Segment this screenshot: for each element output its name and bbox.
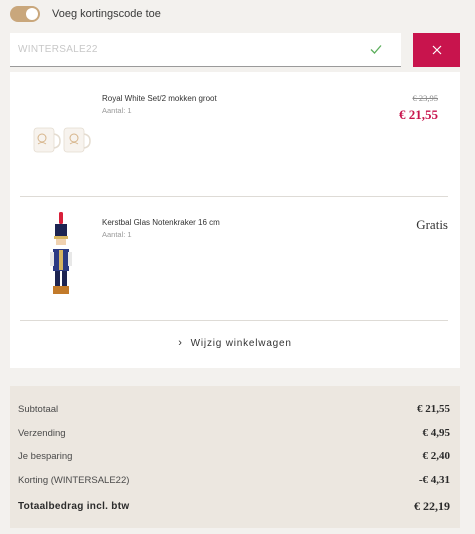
- coupon-code-field-wrapper: [10, 33, 401, 67]
- summary-total-value: € 22,19: [414, 498, 450, 513]
- summary-label: Je besparing: [18, 450, 73, 462]
- summary-row-subtotal: Subtotaal € 21,55: [18, 402, 450, 416]
- item-price: Gratis: [416, 217, 448, 232]
- product-image-nutcracker: [50, 212, 72, 294]
- summary-value: € 21,55: [417, 403, 450, 415]
- item-quantity: Aantal: 1: [102, 230, 132, 239]
- summary-label: Korting (WINTERSALE22): [18, 474, 130, 486]
- toggle-knob: [26, 8, 38, 20]
- cart-item: Kerstbal Glas Notenkraker 16 cm Aantal: …: [10, 196, 460, 320]
- edit-cart-link[interactable]: › Wijzig winkelwagen: [10, 330, 460, 356]
- summary-value: -€ 4,31: [418, 474, 450, 486]
- coupon-toggle-label: Voeg kortingscode toe: [52, 8, 161, 20]
- item-price: € 21,55: [399, 107, 438, 122]
- edit-cart-label: Wijzig winkelwagen: [190, 337, 292, 349]
- order-summary: Subtotaal € 21,55 Verzending € 4,95 Je b…: [10, 386, 460, 528]
- coupon-toggle[interactable]: [10, 6, 40, 22]
- check-icon: [370, 45, 382, 54]
- summary-value: € 4,95: [422, 427, 451, 439]
- summary-total-label: Totaalbedrag incl. btw: [18, 500, 130, 512]
- item-name: Kerstbal Glas Notenkraker 16 cm: [102, 218, 220, 227]
- item-quantity: Aantal: 1: [102, 106, 132, 115]
- summary-row-total: Totaalbedrag incl. btw € 22,19: [18, 499, 450, 513]
- item-name: Royal White Set/2 mokken groot: [102, 94, 217, 103]
- summary-row-discount: Korting (WINTERSALE22) -€ 4,31: [18, 473, 450, 487]
- cart-item: Royal White Set/2 mokken groot Aantal: 1…: [10, 72, 460, 196]
- item-divider: [20, 320, 448, 321]
- coupon-code-input[interactable]: [16, 43, 350, 56]
- chevron-right-icon: ›: [178, 337, 183, 349]
- summary-row-shipping: Verzending € 4,95: [18, 426, 450, 440]
- product-image-mugs: [33, 127, 91, 153]
- close-icon: [432, 45, 441, 55]
- summary-value: € 2,40: [422, 450, 451, 462]
- summary-label: Subtotaal: [18, 403, 59, 415]
- remove-coupon-button[interactable]: [413, 33, 460, 67]
- coupon-toggle-row: Voeg kortingscode toe: [10, 5, 161, 23]
- cart-items-panel: Royal White Set/2 mokken groot Aantal: 1…: [10, 72, 460, 368]
- summary-label: Verzending: [18, 427, 66, 439]
- summary-row-savings: Je besparing € 2,40: [18, 449, 450, 463]
- item-old-price: € 23,95: [412, 93, 439, 103]
